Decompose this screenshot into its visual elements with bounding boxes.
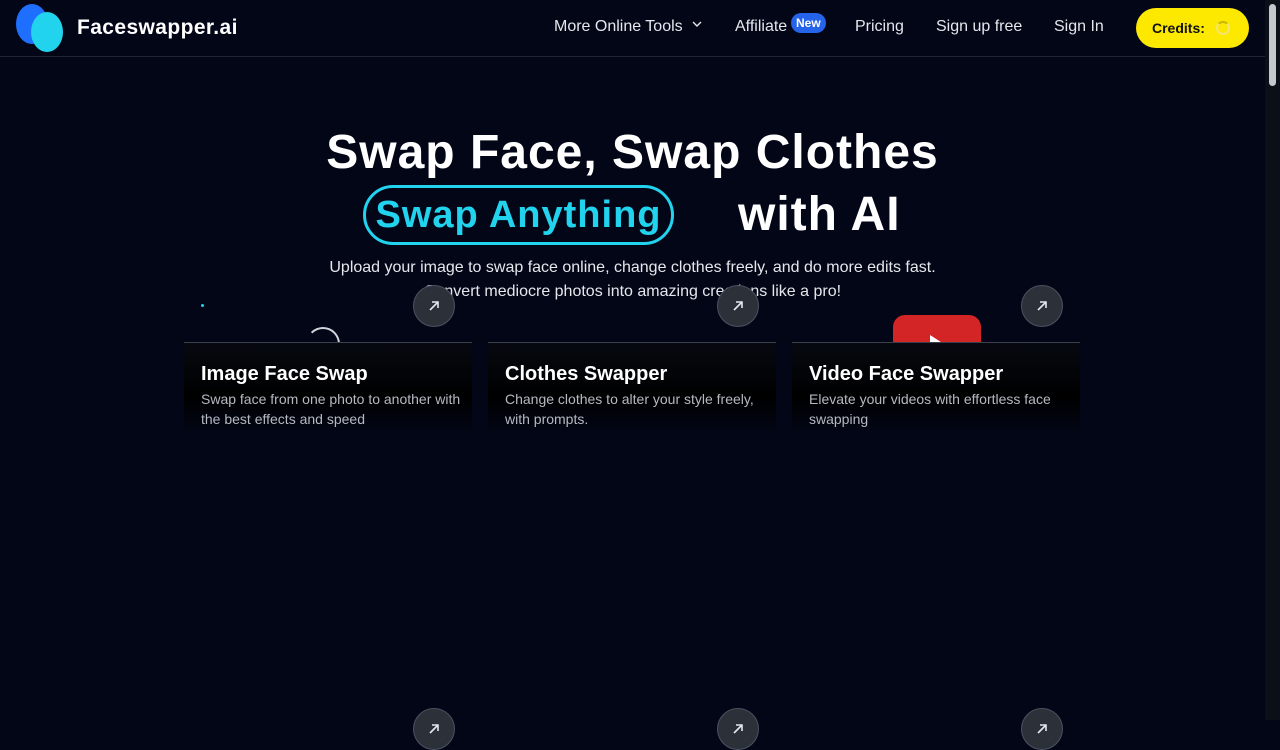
faceswapper-logo-icon	[16, 4, 64, 52]
open-tool-button[interactable]	[1021, 708, 1063, 750]
hero-title: Swap Face, Swap Clothes	[326, 126, 939, 179]
tool-card-description: Swap face from one photo to another with…	[201, 391, 461, 427]
tool-card-description: Change clothes to alter your style freel…	[505, 391, 754, 427]
nav-sign-in[interactable]: Sign In	[1054, 18, 1104, 36]
tool-card-image-face-swap[interactable]: Image Face Swap Swap face from one photo…	[184, 342, 472, 434]
tool-card-title: Video Face Swapper	[809, 363, 1004, 385]
brand-name: Faceswapper.ai	[77, 16, 238, 39]
nav-pricing[interactable]: Pricing	[855, 18, 904, 36]
video-thumbnail	[893, 315, 981, 343]
nav-sign-up-free[interactable]: Sign up free	[936, 18, 1022, 36]
hero-highlight-pill: Swap Anything	[363, 185, 674, 245]
arrow-up-right-icon	[733, 724, 743, 734]
scrollbar-thumb[interactable]	[1269, 4, 1276, 86]
hero-title-suffix: with AI	[738, 188, 901, 241]
tool-card-title: Clothes Swapper	[505, 363, 668, 385]
page-scrollbar[interactable]	[1265, 0, 1280, 720]
chevron-down-icon	[692, 21, 702, 27]
credits-button[interactable]: Credits:	[1136, 8, 1249, 48]
logo-link[interactable]: Faceswapper.ai	[16, 4, 246, 52]
open-clothes-swapper-button[interactable]	[717, 285, 759, 327]
sparkle-dot	[201, 304, 204, 307]
open-tool-button[interactable]	[413, 708, 455, 750]
open-image-face-swap-button[interactable]	[413, 285, 455, 327]
tool-card-clothes-swapper[interactable]: Clothes Swapper Change clothes to alter …	[488, 342, 776, 434]
tool-card-description: Elevate your videos with effortless face…	[809, 391, 1051, 427]
open-video-face-swapper-button[interactable]	[1021, 285, 1063, 327]
nav-affiliate[interactable]: Affiliate	[735, 18, 787, 36]
tool-card-video-face-swapper[interactable]: Video Face Swapper Elevate your videos w…	[792, 342, 1080, 434]
nav-more-online-tools-label: More Online Tools	[554, 18, 683, 35]
arrow-up-right-icon	[429, 724, 439, 734]
arrow-up-right-icon	[1037, 724, 1047, 734]
hero-subtitle-line-1: Upload your image to swap face online, c…	[329, 259, 936, 276]
arrow-up-right-icon	[429, 301, 439, 311]
tool-card-title: Image Face Swap	[201, 363, 368, 385]
hero-subtitle: Upload your image to swap face online, c…	[0, 256, 1265, 304]
new-badge: New	[791, 13, 826, 33]
hero-subtitle-line-2: Convert mediocre photos into amazing cre…	[423, 283, 842, 300]
arrow-up-right-icon	[733, 301, 743, 311]
open-tool-button[interactable]	[717, 708, 759, 750]
site-header: Faceswapper.ai More Online Tools Affilia…	[0, 0, 1265, 57]
arrow-up-right-icon	[1037, 301, 1047, 311]
credits-label: Credits:	[1152, 20, 1205, 36]
loading-spinner-icon	[1216, 21, 1230, 35]
nav-more-online-tools[interactable]: More Online Tools	[554, 18, 703, 36]
